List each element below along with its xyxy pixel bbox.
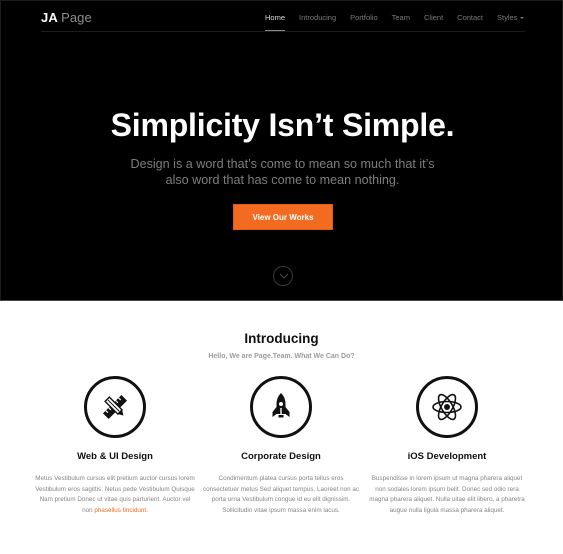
feature-ios-development: iOS Development Buspendisse in lorem ips… [359,376,535,516]
logo-secondary: Page [61,10,92,25]
feature-corporate-design: Corporate Design Condimentum platea curs… [193,376,369,516]
hero-section: JA Page Home Introducing Portfolio Team … [0,0,563,301]
feature-text: Condimentum platea cursus porta tellus e… [202,475,360,514]
feature-text: Metus Vestibulum cursus elit pretium auc… [35,474,195,516]
nav-item-client[interactable]: Client [424,13,443,22]
nav-item-styles[interactable]: Styles [497,13,525,22]
nav-item-introducing[interactable]: Introducing [299,13,336,22]
chevron-down-icon [279,273,289,279]
hero-title: Simplicity Isn’t Simple. [110,107,455,143]
hero-subtitle: Design is a word that’s come to mean so … [130,157,435,187]
phasellus-link[interactable]: phasellus tincidunt [94,507,146,514]
feature-text-end: . [146,506,148,514]
feature-icon-circle [250,376,312,438]
section-title: Introducing [244,331,319,346]
feature-web-ui-design: Web & UI Design Metus Vestibulum cursus … [27,376,203,516]
logo[interactable]: JA Page [41,10,92,25]
nav-item-team[interactable]: Team [392,13,410,22]
scroll-down-button[interactable] [273,266,293,286]
rocket-icon [272,393,290,418]
caret-down-icon [520,17,525,19]
feature-icon-circle [84,376,146,438]
section-subtitle: Hello, We are Page.Team. What We Can Do? [208,353,355,360]
top-navbar: JA Page Home Introducing Portfolio Team … [41,1,525,32]
pencil-ruler-icon [102,394,128,420]
nav-item-contact[interactable]: Contact [457,13,483,22]
nav-item-home[interactable]: Home [265,13,286,31]
logo-primary: JA [41,10,58,25]
view-works-button[interactable]: View Our Works [233,204,333,230]
feature-icon-circle [416,376,478,438]
feature-title: Web & UI Design [77,451,153,462]
feature-title: Corporate Design [241,451,321,462]
atom-icon [432,393,462,421]
feature-text: Buspendisse in lorem ipsum ut magna phar… [369,475,525,514]
nav-item-portfolio[interactable]: Portfolio [350,13,378,22]
main-menu: Home Introducing Portfolio Team Client C… [265,13,538,31]
feature-title: iOS Development [407,451,487,462]
nav-item-styles-label: Styles [497,13,518,22]
